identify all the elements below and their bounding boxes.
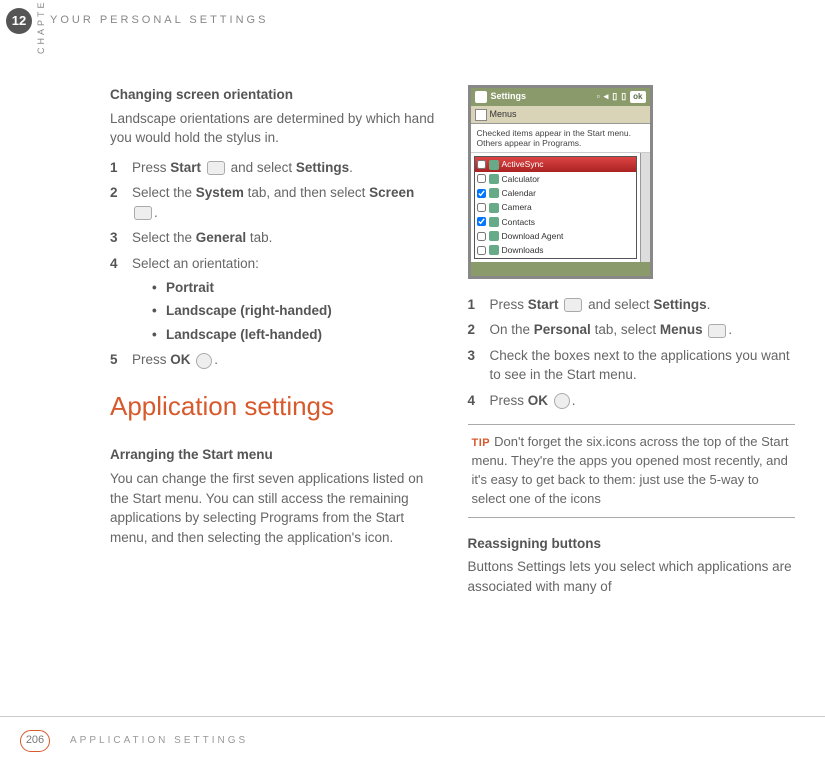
step-5: Press OK . xyxy=(110,350,438,370)
ss-row-activesync: ActiveSync xyxy=(475,157,636,171)
menus-icon xyxy=(708,324,726,338)
speaker-icon: ◂ xyxy=(604,90,609,103)
signal-icon: ▫ xyxy=(597,90,600,103)
left-column: Changing screen orientation Landscape or… xyxy=(110,85,438,702)
ss-subheader: Menus xyxy=(471,106,650,124)
step-2: Select the System tab, and then select S… xyxy=(110,183,438,222)
ok-icon xyxy=(554,393,570,409)
mstep-2: On the Personal tab, select Menus . xyxy=(468,320,796,340)
option-landscape-left: Landscape (left-handed) xyxy=(152,325,438,345)
subhead-arranging: Arranging the Start menu xyxy=(110,445,438,465)
ss-row-contacts: Contacts xyxy=(475,215,636,229)
ss-app-list: ActiveSync Calculator Calendar Camera Co… xyxy=(474,156,637,258)
ss-ok-button: ok xyxy=(630,91,645,103)
ss-row-downloads: Downloads xyxy=(475,243,636,257)
app-icon xyxy=(489,231,499,241)
app-icon xyxy=(489,203,499,213)
ss-title-text: Settings xyxy=(491,90,527,103)
ss-footer-bar xyxy=(471,262,650,276)
ss-scrollbar xyxy=(640,153,650,261)
antenna-icon: ▯ xyxy=(612,90,617,103)
menus-screenshot: Settings ▫ ◂ ▯ ▯ ok Menus Checked items … xyxy=(468,85,653,279)
app-icon xyxy=(489,174,499,184)
screen-icon xyxy=(134,206,152,220)
mstep-3: Check the boxes next to the applications… xyxy=(468,346,796,385)
windows-flag-icon xyxy=(475,91,487,103)
app-icon xyxy=(489,217,499,227)
step-4: Select an orientation: Portrait Landscap… xyxy=(110,254,438,344)
app-icon xyxy=(489,245,499,255)
option-portrait: Portrait xyxy=(152,278,438,298)
battery-icon: ▯ xyxy=(621,90,626,103)
app-icon xyxy=(489,160,499,170)
menus-icon xyxy=(475,109,487,121)
tip-label: TIP xyxy=(472,437,491,449)
mstep-4: Press OK . xyxy=(468,391,796,411)
chapter-number-badge: 12 xyxy=(6,8,32,34)
page-content: Changing screen orientation Landscape or… xyxy=(110,85,795,702)
ss-row-camera: Camera xyxy=(475,200,636,214)
start-icon xyxy=(564,298,582,312)
option-landscape-right: Landscape (right-handed) xyxy=(152,301,438,321)
subhead-reassigning: Reassigning buttons xyxy=(468,534,796,554)
ss-description: Checked items appear in the Start menu. … xyxy=(471,124,650,153)
ss-row-download-agent: Download Agent xyxy=(475,229,636,243)
ss-row-calendar: Calendar xyxy=(475,186,636,200)
main-heading: Application settings xyxy=(110,388,438,426)
reassigning-body: Buttons Settings lets you select which a… xyxy=(468,557,796,596)
footer-title: APPLICATION SETTINGS xyxy=(70,734,248,749)
app-icon xyxy=(489,188,499,198)
orientation-intro: Landscape orientations are determined by… xyxy=(110,109,438,148)
ss-row-calculator: Calculator xyxy=(475,172,636,186)
start-icon xyxy=(207,161,225,175)
orientation-steps: Press Start and select Settings. Select … xyxy=(110,158,438,370)
ss-titlebar: Settings ▫ ◂ ▯ ▯ ok xyxy=(471,88,650,106)
running-head: YOUR PERSONAL SETTINGS xyxy=(50,13,268,29)
tip-box: TIPDon't forget the six.icons across the… xyxy=(468,424,796,517)
right-column: Settings ▫ ◂ ▯ ▯ ok Menus Checked items … xyxy=(468,85,796,702)
menus-steps: Press Start and select Settings. On the … xyxy=(468,295,796,411)
mstep-1: Press Start and select Settings. xyxy=(468,295,796,315)
chapter-label: CHAPTER xyxy=(34,0,48,60)
ok-icon xyxy=(196,353,212,369)
step-3: Select the General tab. xyxy=(110,228,438,248)
tip-text: Don't forget the six.icons across the to… xyxy=(472,434,789,506)
orientation-options: Portrait Landscape (right-handed) Landsc… xyxy=(132,278,438,345)
arranging-body: You can change the first seven applicati… xyxy=(110,469,438,547)
step-1: Press Start and select Settings. xyxy=(110,158,438,178)
subhead-orientation: Changing screen orientation xyxy=(110,85,438,105)
page-number: 206 xyxy=(20,730,50,752)
